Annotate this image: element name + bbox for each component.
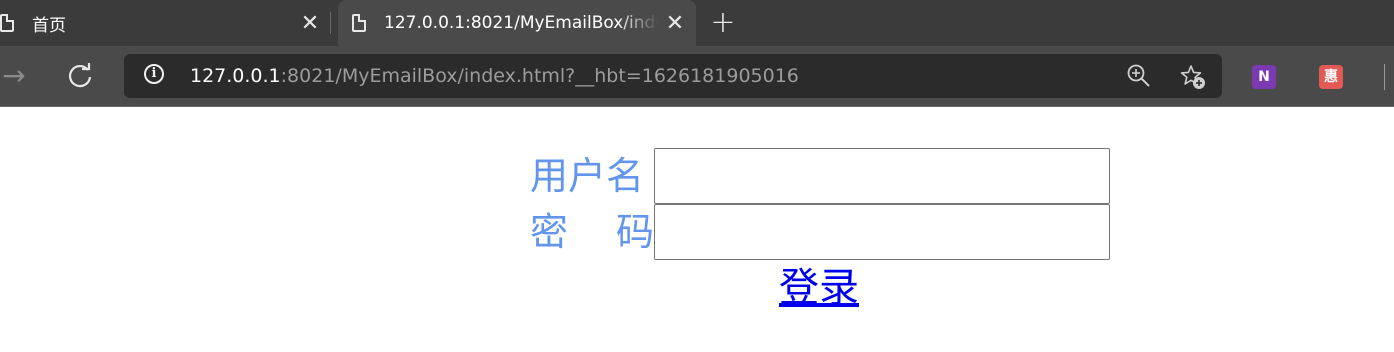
close-icon[interactable]: ✕ xyxy=(293,11,327,36)
zoom-icon[interactable] xyxy=(1126,63,1152,89)
toolbar: → i 127.0.0.1:8021/MyEmailBox/index.html… xyxy=(0,46,1394,107)
login-form: 用户名 密 码 登录 xyxy=(530,148,1130,318)
tab-home[interactable]: 首页 ✕ xyxy=(0,0,331,46)
toolbar-divider xyxy=(1384,64,1385,90)
username-label: 用户名 xyxy=(530,154,645,198)
favorite-add-icon[interactable] xyxy=(1179,63,1205,89)
reload-icon[interactable] xyxy=(64,60,96,92)
tab-title: 首页 xyxy=(32,15,66,36)
password-label: 密 码 xyxy=(530,204,654,260)
address-bar[interactable]: i 127.0.0.1:8021/MyEmailBox/index.html?_… xyxy=(124,54,1222,98)
tab-strip: 首页 ✕ 127.0.0.1:8021/MyEmailBox/index.htm… xyxy=(0,0,1394,46)
username-row: 用户名 xyxy=(530,148,1110,204)
password-label-char-2: 码 xyxy=(615,210,654,254)
doc-icon xyxy=(352,14,366,32)
url-text[interactable]: 127.0.0.1:8021/MyEmailBox/index.html?__h… xyxy=(190,64,799,88)
forward-icon[interactable]: → xyxy=(0,60,30,92)
doc-icon xyxy=(0,14,14,32)
username-input[interactable] xyxy=(654,148,1110,204)
onenote-icon[interactable]: N xyxy=(1252,65,1276,89)
close-icon[interactable]: ✕ xyxy=(658,11,692,36)
tab-index[interactable]: 127.0.0.1:8021/MyEmailBox/index.html ✕ xyxy=(338,0,696,46)
tab-title: 127.0.0.1:8021/MyEmailBox/index.html xyxy=(384,13,658,33)
hui-icon[interactable]: 惠 xyxy=(1319,65,1343,89)
new-tab-button[interactable]: + xyxy=(706,6,740,40)
url-host: 127.0.0.1 xyxy=(190,65,281,87)
info-icon[interactable]: i xyxy=(144,64,164,84)
password-row: 密 码 xyxy=(530,204,1110,260)
password-input[interactable] xyxy=(654,204,1110,260)
login-link[interactable]: 登录 xyxy=(779,260,859,316)
url-path: :8021/MyEmailBox/index.html?__hbt=162618… xyxy=(280,65,799,87)
password-label-char-1: 密 xyxy=(530,210,569,254)
